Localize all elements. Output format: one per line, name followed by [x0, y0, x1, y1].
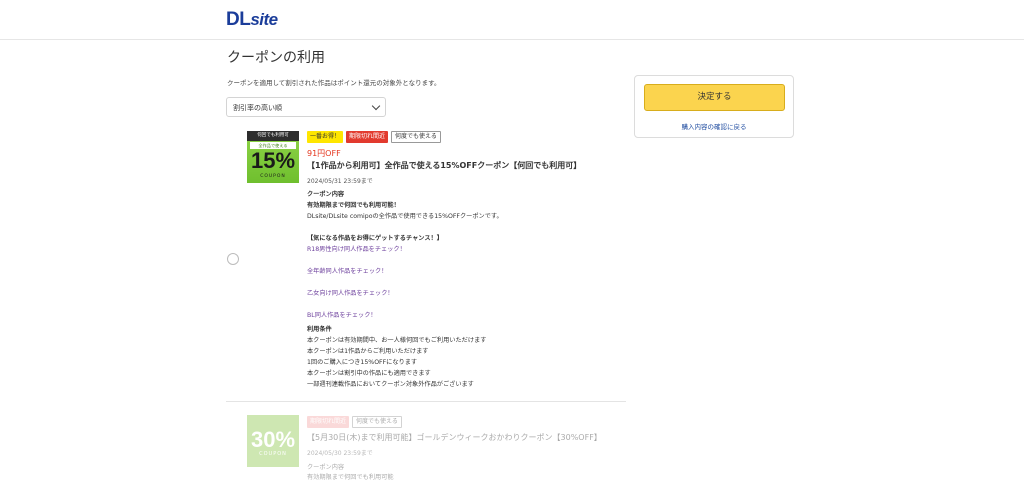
coupon-expiry: 2024/05/31 23:59まで	[307, 178, 373, 185]
coupon-item-disabled: 30% COUPON 期限切れ間近 何度でも使える 【5月30日(木)まで利用可能…	[226, 410, 626, 483]
badge-reusable: 何度でも使える	[391, 131, 441, 143]
thumb-percent: 30%	[250, 427, 296, 452]
terms-line: 一部週刊連載作品においてクーポン対象外作品がございます	[307, 381, 474, 388]
sort-select[interactable]: 割引率の高い順	[226, 97, 386, 117]
coupon-expiry: 2024/05/30 23:59まで	[307, 450, 373, 457]
sort-selected-value: 割引率の高い順	[233, 104, 282, 112]
coupon-radio[interactable]	[227, 253, 239, 265]
terms-heading: 利用条件	[307, 326, 332, 333]
link-bl-doujin[interactable]: BL同人作品をチェック！	[307, 310, 377, 319]
discount-amount: 91円OFF	[307, 149, 341, 158]
details-heading: クーポン内容	[307, 191, 345, 198]
details-line: DLsite/DLsite comipoの全作品で使用できる15%OFFクーポン…	[307, 213, 503, 220]
page-title: クーポンの利用	[227, 50, 325, 66]
decide-button[interactable]: 決定する	[644, 84, 785, 111]
link-otome-doujin[interactable]: 乙女向け同人作品をチェック！	[307, 288, 394, 297]
coupon-body: 一番お得！ 期限切れ間近 何度でも使える 91円OFF 【1作品から利用可】全作品で…	[307, 128, 625, 398]
terms-line: 本クーポンは有効期間中、お一人様何回でもご利用いただけます	[307, 337, 487, 344]
thumb-percent: 15%	[250, 148, 296, 173]
terms-line: 本クーポンは1作品からご利用いただけます	[307, 348, 429, 355]
link-r18-doujin[interactable]: R18男性向け同人作品をチェック！	[307, 244, 406, 253]
coupon-title: 【5月30日(木)まで利用可能】ゴールデンウィークおかわりクーポン【30%OFF…	[307, 433, 602, 442]
coupon-thumbnail: 何回でも利用可 全作品で使える 15% COUPON	[247, 131, 299, 183]
details-heading: クーポン内容	[307, 464, 345, 471]
link-all-ages-doujin[interactable]: 全年齢同人作品をチェック！	[307, 266, 387, 275]
details-line: 有効期限まで何回でも利用可能	[307, 474, 394, 481]
thumb-coupon-text: COUPON	[259, 451, 287, 457]
site-header: DLsite	[0, 0, 1024, 40]
coupon-body: 期限切れ間近 何度でも使える 【5月30日(木)まで利用可能】ゴールデンウィークお…	[307, 410, 625, 482]
coupon-badges: 期限切れ間近 何度でも使える	[307, 416, 405, 428]
terms-line: 本クーポンは割引中の作品にも適用できます	[307, 370, 431, 377]
point-notice: クーポンを適用して割引された作品はポイント還元の対象外となります。	[227, 79, 441, 87]
badge-expiring: 期限切れ間近	[346, 131, 389, 143]
coupon-item[interactable]: 何回でも利用可 全作品で使える 15% COUPON 一番お得！ 期限切れ間近 何度…	[226, 128, 626, 402]
terms-line: 1回のご購入につき15%OFFになります	[307, 359, 418, 366]
chevron-down-icon	[371, 101, 381, 111]
details-line: 有効期限まで何回でも利用可能！	[307, 202, 400, 209]
coupon-title: 【1作品から利用可】全作品で使える15%OFFクーポン【何回でも利用可】	[307, 161, 582, 170]
purchase-panel: 決定する 購入内容の確認に戻る	[634, 75, 794, 138]
logo-text-main: DL	[226, 9, 251, 30]
coupon-thumbnail: 30% COUPON	[247, 415, 299, 467]
badge-expiring: 期限切れ間近	[307, 416, 350, 428]
dlsite-logo[interactable]: DLsite	[226, 9, 278, 31]
badge-reusable: 何度でも使える	[352, 416, 402, 428]
badge-best-deal: 一番お得！	[307, 131, 344, 143]
back-to-confirm-link[interactable]: 購入内容の確認に戻る	[635, 121, 793, 131]
chance-heading: 【気になる作品をお得にゲットするチャンス！】	[307, 235, 443, 242]
logo-text-tail: site	[250, 10, 278, 29]
thumb-band-text: 何回でも利用可	[247, 131, 299, 141]
thumb-coupon-text: COUPON	[260, 174, 286, 179]
coupon-badges: 一番お得！ 期限切れ間近 何度でも使える	[307, 131, 444, 143]
